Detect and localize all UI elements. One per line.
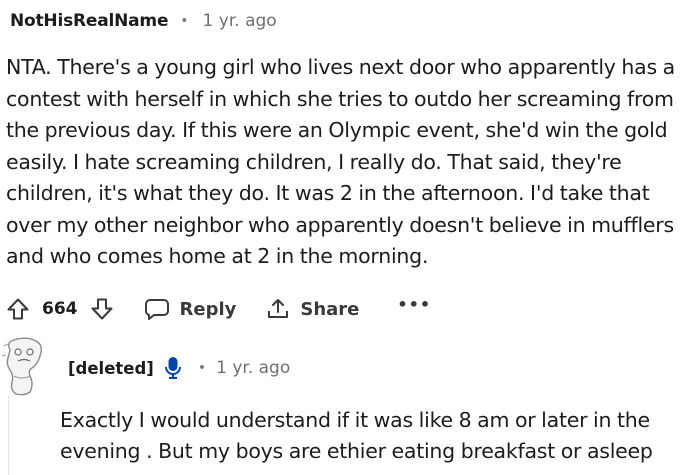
microphone-icon <box>164 356 182 380</box>
upvote-arrow-icon[interactable] <box>6 297 30 321</box>
reply-button[interactable]: Reply <box>144 297 237 321</box>
comment-header: NotHisRealName • 1 yr. ago <box>10 9 277 33</box>
vote-count: 664 <box>42 299 78 319</box>
comment-body: NTA. There's a young girl who lives next… <box>6 55 675 268</box>
comment-timestamp[interactable]: 1 yr. ago <box>203 9 277 33</box>
reply-username: [deleted] <box>68 358 154 378</box>
reply-body: Exactly I would understand if it was lik… <box>60 408 653 463</box>
comment-action-bar: 664 Reply Share ••• <box>6 292 431 326</box>
deleted-user-avatar-icon <box>0 336 52 400</box>
speech-bubble-icon <box>144 297 170 321</box>
more-options-button[interactable]: ••• <box>397 297 431 318</box>
reply-separator: • <box>197 360 207 376</box>
reply-label: Reply <box>179 298 237 320</box>
downvote-arrow-icon[interactable] <box>90 297 114 321</box>
reply-header: [deleted] • 1 yr. ago <box>0 336 290 400</box>
share-label: Share <box>300 298 360 320</box>
reddit-comment-thread: NotHisRealName • 1 yr. ago NTA. There's … <box>0 0 700 475</box>
reply-timestamp[interactable]: 1 yr. ago <box>216 358 290 378</box>
share-button[interactable]: Share <box>266 297 359 321</box>
share-upload-icon <box>266 297 290 321</box>
comment-username[interactable]: NotHisRealName <box>10 9 168 33</box>
header-separator: • <box>180 13 189 29</box>
